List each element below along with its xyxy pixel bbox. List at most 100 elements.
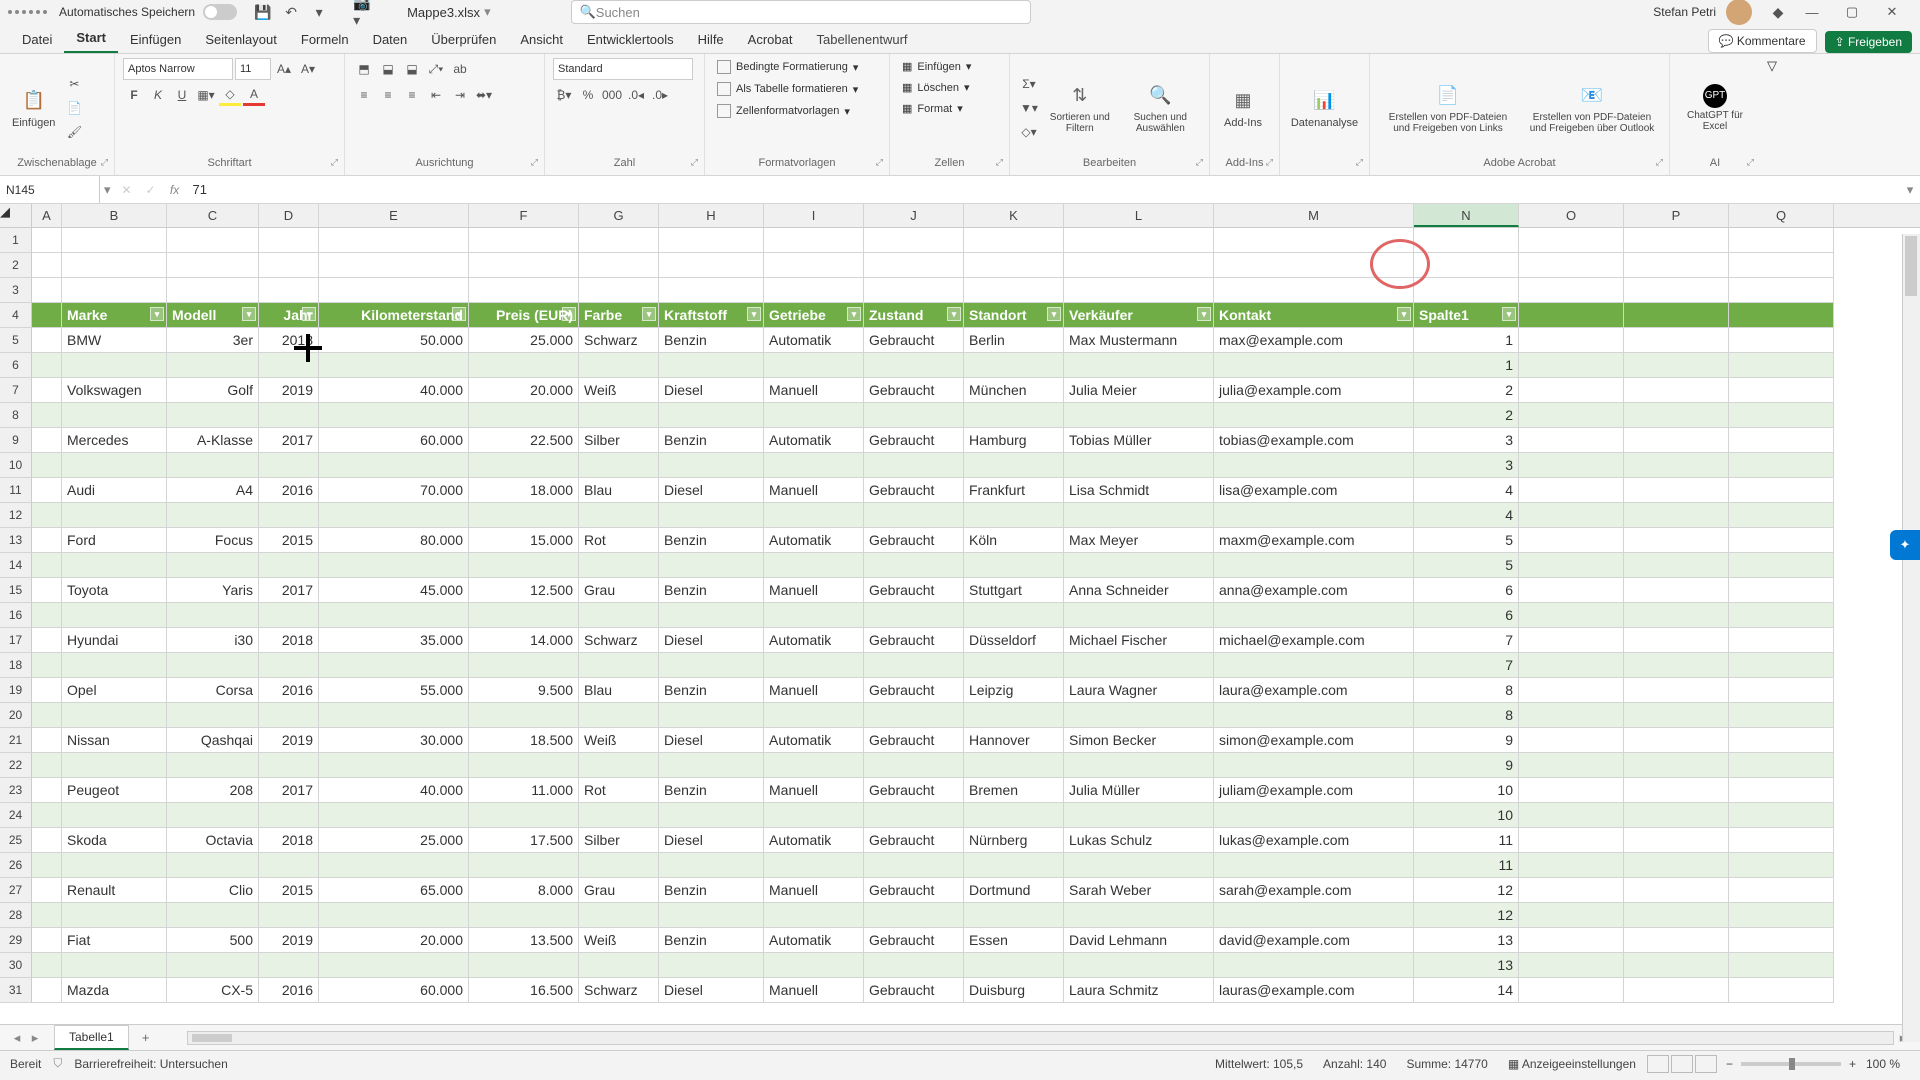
formula-input[interactable]: 71 xyxy=(187,182,1900,197)
cell[interactable]: Rot xyxy=(579,528,659,553)
cell[interactable] xyxy=(864,753,964,778)
cell[interactable] xyxy=(32,753,62,778)
cell[interactable]: 11 xyxy=(1414,853,1519,878)
cell[interactable] xyxy=(319,853,469,878)
cell[interactable] xyxy=(32,478,62,503)
cell[interactable]: Gebraucht xyxy=(864,978,964,1003)
cell[interactable] xyxy=(167,278,259,303)
filter-icon[interactable]: ▾ xyxy=(847,307,861,321)
cell[interactable]: Hyundai xyxy=(62,628,167,653)
row-header[interactable]: 10 xyxy=(0,453,32,478)
percent-icon[interactable]: % xyxy=(577,84,599,106)
cell[interactable] xyxy=(259,653,319,678)
cell[interactable]: 2018 xyxy=(259,628,319,653)
cell[interactable] xyxy=(1519,828,1624,853)
cell[interactable] xyxy=(1064,753,1214,778)
filter-icon[interactable]: ▾ xyxy=(1047,307,1061,321)
chatgpt-button[interactable]: GPTChatGPT für Excel xyxy=(1678,80,1752,136)
cell[interactable]: lukas@example.com xyxy=(1214,828,1414,853)
cell[interactable] xyxy=(62,803,167,828)
cell[interactable] xyxy=(1214,753,1414,778)
cell[interactable]: 14 xyxy=(1414,978,1519,1003)
cell[interactable] xyxy=(1624,703,1729,728)
cell[interactable] xyxy=(864,553,964,578)
cell[interactable]: lisa@example.com xyxy=(1214,478,1414,503)
cell[interactable]: 3 xyxy=(1414,428,1519,453)
indent-dec-icon[interactable]: ⇤ xyxy=(425,84,447,106)
cell[interactable]: Julia Müller xyxy=(1064,778,1214,803)
cell[interactable] xyxy=(319,903,469,928)
cell[interactable] xyxy=(864,903,964,928)
cell[interactable] xyxy=(864,603,964,628)
cell[interactable]: 35.000 xyxy=(319,628,469,653)
display-settings[interactable]: ▦ Anzeigeeinstellungen xyxy=(1508,1057,1636,1071)
cell[interactable] xyxy=(964,403,1064,428)
addins-button[interactable]: ▦Add-Ins xyxy=(1218,83,1268,133)
grid-row[interactable]: 7VolkswagenGolf201940.00020.000WeißDiese… xyxy=(0,378,1920,403)
cell[interactable]: 17.500 xyxy=(469,828,579,853)
cell[interactable]: 4 xyxy=(1414,478,1519,503)
cell[interactable]: 12 xyxy=(1414,878,1519,903)
cell[interactable] xyxy=(764,953,864,978)
cell[interactable] xyxy=(32,403,62,428)
cell[interactable]: 2019 xyxy=(259,728,319,753)
cell[interactable] xyxy=(1064,703,1214,728)
row-header[interactable]: 13 xyxy=(0,528,32,553)
cell[interactable] xyxy=(964,603,1064,628)
cell[interactable] xyxy=(964,903,1064,928)
cell[interactable] xyxy=(259,353,319,378)
cell[interactable]: Silber xyxy=(579,828,659,853)
cell[interactable]: Gebraucht xyxy=(864,928,964,953)
cell[interactable]: Automatik xyxy=(764,728,864,753)
cell[interactable] xyxy=(1519,328,1624,353)
cell[interactable]: Mercedes xyxy=(62,428,167,453)
cell[interactable] xyxy=(1519,403,1624,428)
cell[interactable]: 2018 xyxy=(259,828,319,853)
row-header[interactable]: 3 xyxy=(0,278,32,303)
indent-inc-icon[interactable]: ⇥ xyxy=(449,84,471,106)
col-header-Q[interactable]: Q xyxy=(1729,204,1834,227)
cell[interactable]: Michael Fischer xyxy=(1064,628,1214,653)
cell[interactable]: Weiß xyxy=(579,378,659,403)
cell[interactable]: München xyxy=(964,378,1064,403)
cell[interactable]: Diesel xyxy=(659,628,764,653)
sheet-next-icon[interactable]: ▸ xyxy=(26,1030,44,1046)
cell[interactable] xyxy=(659,753,764,778)
cell[interactable]: Kraftstoff▾ xyxy=(659,303,764,328)
cell[interactable] xyxy=(167,403,259,428)
number-format-select[interactable]: Standard xyxy=(553,58,693,80)
cell[interactable] xyxy=(764,253,864,278)
cell[interactable] xyxy=(1729,953,1834,978)
cell[interactable] xyxy=(864,353,964,378)
cell[interactable] xyxy=(964,653,1064,678)
cell[interactable] xyxy=(32,903,62,928)
cell[interactable] xyxy=(1624,803,1729,828)
cell[interactable] xyxy=(167,803,259,828)
cell[interactable]: 1 xyxy=(1414,353,1519,378)
row-header[interactable]: 30 xyxy=(0,953,32,978)
cell[interactable] xyxy=(764,603,864,628)
sheet-tab[interactable]: Tabelle1 xyxy=(54,1025,129,1050)
cell[interactable] xyxy=(579,753,659,778)
cell[interactable] xyxy=(62,278,167,303)
col-header-A[interactable]: A xyxy=(32,204,62,227)
underline-button[interactable]: U xyxy=(171,84,193,106)
paste-button[interactable]: 📋Einfügen xyxy=(8,83,59,133)
cell[interactable] xyxy=(1064,853,1214,878)
cell[interactable]: Focus xyxy=(167,528,259,553)
cell[interactable] xyxy=(864,228,964,253)
row-header[interactable]: 14 xyxy=(0,553,32,578)
cell[interactable] xyxy=(1729,253,1834,278)
grid-row[interactable]: 4Marke▾Modell▾Jahr▾Kilometerstand▾Preis … xyxy=(0,303,1920,328)
cell[interactable] xyxy=(469,253,579,278)
cell[interactable] xyxy=(62,603,167,628)
cell[interactable] xyxy=(1064,353,1214,378)
cell[interactable] xyxy=(579,803,659,828)
cell[interactable] xyxy=(1729,653,1834,678)
col-header-B[interactable]: B xyxy=(62,204,167,227)
cell[interactable]: Benzin xyxy=(659,928,764,953)
cell[interactable] xyxy=(579,953,659,978)
grid-row[interactable]: 187 xyxy=(0,653,1920,678)
cell[interactable]: Gebraucht xyxy=(864,428,964,453)
grid-row[interactable]: 166 xyxy=(0,603,1920,628)
